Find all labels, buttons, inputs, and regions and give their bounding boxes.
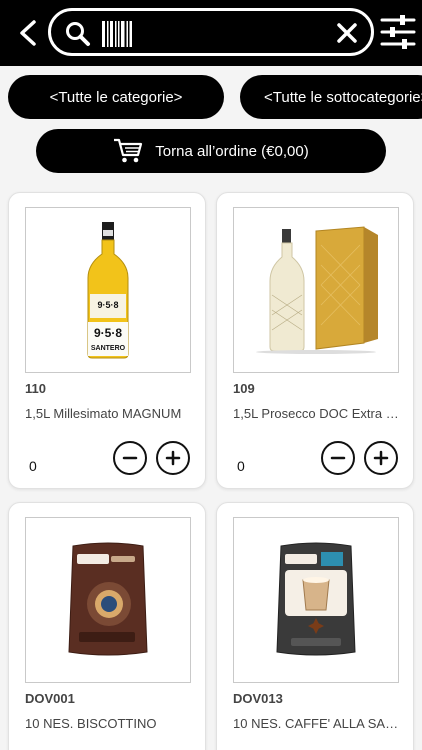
product-card[interactable]: DOV001 10 NES. BISCOTTINO: [8, 502, 206, 750]
quantity-value: 0: [29, 458, 37, 474]
product-name: 10 NES. CAFFE' ALLA SAMBUCA: [233, 716, 403, 731]
prosecco-bottle-gift-box-icon: [256, 226, 378, 354]
product-image: [233, 517, 399, 683]
decrease-quantity-button[interactable]: [321, 441, 355, 475]
back-to-order-label: Torna all’ordine (€0,00): [155, 142, 309, 160]
coffee-capsule-bag-icon: [276, 542, 356, 656]
all-subcategories-button[interactable]: <Tutte le sottocategorie>: [240, 75, 422, 119]
increase-quantity-button[interactable]: [156, 441, 190, 475]
product-name: 1,5L Prosecco DOC Extra Dry: [233, 406, 403, 421]
product-code: DOV013: [233, 691, 283, 706]
top-bar: [0, 0, 422, 66]
product-code: 109: [233, 381, 255, 396]
product-code: DOV001: [25, 691, 75, 706]
bottle-label-number-large: 9·5·8: [94, 326, 122, 340]
back-icon[interactable]: [16, 19, 40, 47]
plus-icon: [373, 450, 389, 466]
decrease-quantity-button[interactable]: [113, 441, 147, 475]
sparkling-wine-bottle-icon: 9·5·8 9·5·8 SANTERO: [87, 222, 129, 359]
minus-icon: [330, 456, 346, 460]
product-card[interactable]: 9·5·8 9·5·8 SANTERO 110 1,5L Millesimato…: [8, 192, 206, 489]
bottle-label-number: 9·5·8: [97, 300, 118, 310]
minus-icon: [122, 456, 138, 460]
back-to-order-button[interactable]: Torna all’ordine (€0,00): [36, 129, 386, 173]
all-categories-button[interactable]: <Tutte le categorie>: [8, 75, 224, 119]
product-name: 10 NES. BISCOTTINO: [25, 716, 157, 731]
close-icon[interactable]: [335, 20, 359, 46]
coffee-capsule-bag-icon: [68, 542, 148, 656]
product-card[interactable]: DOV013 10 NES. CAFFE' ALLA SAMBUCA: [216, 502, 414, 750]
quantity-value: 0: [237, 458, 245, 474]
search-box: [48, 8, 374, 56]
bottle-brand: SANTERO: [91, 345, 126, 352]
product-image: [25, 517, 191, 683]
product-card[interactable]: 109 1,5L Prosecco DOC Extra Dry 0: [216, 192, 414, 489]
search-icon: [66, 22, 90, 46]
search-input[interactable]: [139, 19, 329, 49]
product-image: [233, 207, 399, 373]
plus-icon: [165, 450, 181, 466]
product-image: 9·5·8 9·5·8 SANTERO: [25, 207, 191, 373]
increase-quantity-button[interactable]: [364, 441, 398, 475]
shopping-cart-icon: [114, 138, 143, 163]
product-name: 1,5L Millesimato MAGNUM: [25, 406, 182, 421]
product-code: 110: [25, 381, 46, 396]
barcode-icon[interactable]: [101, 20, 133, 48]
filter-sliders-icon[interactable]: [380, 14, 416, 50]
